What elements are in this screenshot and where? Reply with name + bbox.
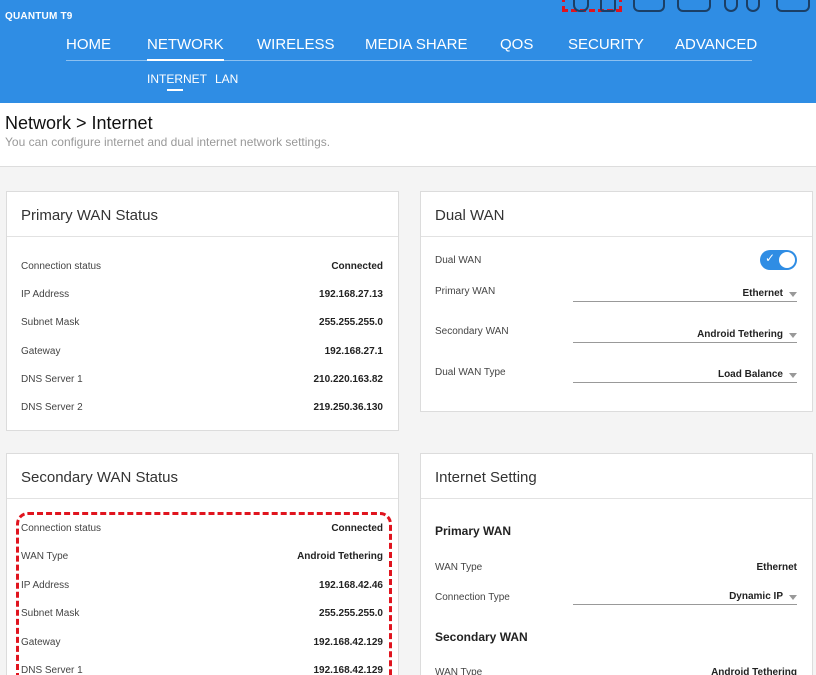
internet-setting-card: Internet Setting Primary WAN WAN Type Et…	[420, 453, 813, 675]
nav-wireless[interactable]: WIRELESS	[257, 36, 335, 53]
divider	[421, 498, 812, 499]
user-icon[interactable]	[573, 0, 589, 12]
primary-wan-label: Primary WAN	[435, 286, 496, 297]
page-heading: Network > Internet You can configure int…	[0, 103, 816, 167]
dual-wan-toggle-label: Dual WAN	[435, 255, 482, 266]
row-label-connection-status: Connection status	[21, 261, 102, 272]
menu-icon[interactable]	[776, 0, 810, 12]
primary-wan-type-value: Ethernet	[756, 562, 797, 573]
selected-value: Dynamic IP	[729, 591, 783, 602]
dual-wan-toggle[interactable]: ✓	[760, 250, 797, 270]
toggle-knob	[779, 252, 795, 268]
secondary-wan-type-label: WAN Type	[435, 667, 483, 675]
divider	[7, 236, 398, 237]
connection-type-label: Connection Type	[435, 592, 510, 603]
language-icon[interactable]	[633, 0, 665, 12]
chevron-down-icon	[789, 333, 797, 338]
page-title: Network > Internet	[5, 113, 153, 133]
highlight-box-secondary-wan	[16, 512, 392, 675]
logout-icon[interactable]	[746, 0, 760, 12]
secondary-wan-section-title: Secondary WAN	[435, 630, 528, 644]
primary-wan-select[interactable]: Ethernet	[573, 288, 797, 302]
row-value-ip-address: 192.168.27.13	[319, 289, 383, 300]
secondary-wan-select[interactable]: Android Tethering	[573, 329, 797, 343]
nav-home[interactable]: HOME	[66, 36, 111, 53]
main-nav: HOME NETWORK WIRELESS MEDIA SHARE QOS SE…	[66, 36, 757, 61]
row-label-subnet-mask: Subnet Mask	[21, 317, 80, 328]
row-label-ip-address: IP Address	[21, 289, 70, 300]
divider	[421, 236, 812, 237]
primary-wan-status-card: Primary WAN Status Connection status Con…	[6, 191, 399, 431]
nav-network[interactable]: NETWORK	[147, 36, 224, 61]
dual-wan-card: Dual WAN Dual WAN ✓ Primary WAN Ethernet…	[420, 191, 813, 412]
nav-security[interactable]: SECURITY	[568, 36, 644, 53]
card-title: Internet Setting	[435, 469, 537, 486]
help-icon[interactable]	[724, 0, 738, 12]
dual-wan-type-label: Dual WAN Type	[435, 367, 506, 378]
chevron-down-icon	[789, 595, 797, 600]
nav-advanced[interactable]: ADVANCED	[675, 36, 757, 53]
row-value-dns-server-1: 210.220.163.82	[313, 374, 383, 385]
secondary-wan-label: Secondary WAN	[435, 326, 509, 337]
subnav-internet[interactable]: INTERNET	[147, 72, 207, 86]
row-value-gateway: 192.168.27.1	[324, 346, 383, 357]
row-label-dns-server-1: DNS Server 1	[21, 374, 83, 385]
row-value-subnet-mask: 255.255.255.0	[319, 317, 383, 328]
chevron-down-icon	[789, 373, 797, 378]
page-subtitle: You can configure internet and dual inte…	[5, 135, 331, 149]
chevron-down-icon	[789, 292, 797, 297]
card-title: Secondary WAN Status	[21, 469, 179, 486]
brand-logo: QUANTUM T9	[5, 11, 73, 22]
row-value-connection-status: Connected	[331, 261, 383, 272]
selected-value: Load Balance	[717, 369, 783, 380]
primary-wan-type-label: WAN Type	[435, 562, 483, 573]
divider	[7, 498, 398, 499]
row-label-gateway: Gateway	[21, 346, 61, 357]
top-header: QUANTUM T9 HOME NETWORK WIRELESS MEDIA S…	[0, 0, 816, 103]
active-tab-indicator	[167, 89, 183, 91]
row-label-dns-server-2: DNS Server 2	[21, 402, 83, 413]
card-title: Primary WAN Status	[21, 207, 158, 224]
dual-wan-type-select[interactable]: Load Balance	[573, 369, 797, 383]
nav-qos[interactable]: QOS	[500, 36, 533, 53]
nav-media-share[interactable]: MEDIA SHARE	[365, 36, 468, 53]
selected-value: Android Tethering	[697, 329, 783, 340]
selected-value: Ethernet	[742, 288, 783, 299]
add-user-icon[interactable]	[600, 0, 616, 12]
check-icon: ✓	[765, 251, 776, 265]
secondary-wan-type-value: Android Tethering	[711, 667, 797, 675]
row-value-dns-server-2: 219.250.36.130	[313, 402, 383, 413]
primary-wan-section-title: Primary WAN	[435, 524, 512, 538]
connection-type-select[interactable]: Dynamic IP	[573, 591, 797, 605]
setup-icon[interactable]	[677, 0, 711, 12]
subnav-lan[interactable]: LAN	[215, 72, 238, 86]
card-title: Dual WAN	[435, 207, 505, 224]
